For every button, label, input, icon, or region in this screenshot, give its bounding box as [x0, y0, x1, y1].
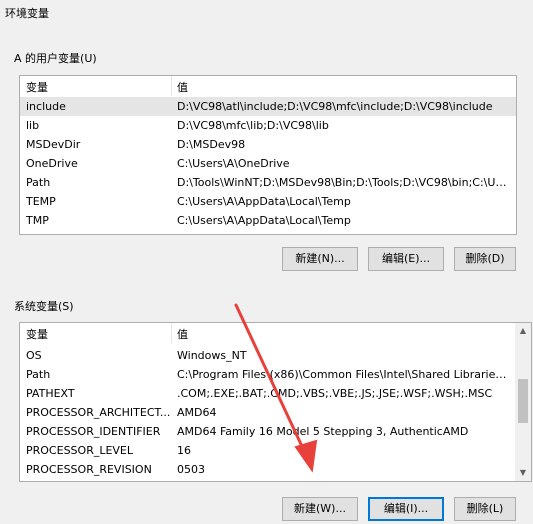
row-variable: OS — [26, 349, 42, 362]
row-value: C:\Users\A\AppData\Local\Temp — [177, 195, 351, 208]
row-value: D:\VC98\atl\include;D:\VC98\mfc\include;… — [177, 100, 493, 113]
user-col-variable[interactable]: 变量 — [26, 79, 48, 95]
user-variables-label: A 的用户变量(U) — [14, 52, 97, 65]
system-variables-list[interactable]: 变量 值 OS Windows_NT Path C:\Program Files… — [19, 322, 532, 482]
system-list-scrollbar[interactable]: ▲ ▼ — [515, 323, 531, 481]
row-value: C:\Users\A\AppData\Local\Temp — [177, 214, 351, 227]
row-value: AMD64 Family 16 Model 5 Stepping 3, Auth… — [177, 425, 469, 438]
row-value: Windows_NT — [177, 349, 247, 362]
row-variable: Path — [26, 176, 51, 189]
user-row-temp[interactable]: TEMP C:\Users\A\AppData\Local\Temp — [20, 192, 516, 211]
row-variable: TEMP — [26, 195, 56, 208]
user-col-value[interactable]: 值 — [177, 79, 188, 95]
user-row-msdevdir[interactable]: MSDevDir D:\MSDev98 — [20, 135, 516, 154]
row-variable: OneDrive — [26, 157, 78, 170]
row-value: 0503 — [177, 463, 205, 476]
row-variable: PROCESSOR_ARCHITECT... — [26, 406, 171, 419]
row-variable: lib — [26, 119, 40, 132]
row-value: D:\VC98\mfc\lib;D:\VC98\lib — [177, 119, 329, 132]
row-variable: PROCESSOR_REVISION — [26, 463, 152, 476]
user-row-onedrive[interactable]: OneDrive C:\Users\A\OneDrive — [20, 154, 516, 173]
user-row-tmp[interactable]: TMP C:\Users\A\AppData\Local\Temp — [20, 211, 516, 230]
system-row-processor-revision[interactable]: PROCESSOR_REVISION 0503 — [20, 460, 515, 479]
system-edit-button[interactable]: 编辑(I)... — [368, 497, 444, 521]
system-row-processor-architecture[interactable]: PROCESSOR_ARCHITECT... AMD64 — [20, 403, 515, 422]
row-variable: MSDevDir — [26, 138, 81, 151]
system-col-value[interactable]: 值 — [177, 326, 188, 342]
user-row-include[interactable]: include D:\VC98\atl\include;D:\VC98\mfc\… — [20, 97, 516, 116]
system-row-processor-identifier[interactable]: PROCESSOR_IDENTIFIER AMD64 Family 16 Mod… — [20, 422, 515, 441]
scroll-up-icon[interactable]: ▲ — [515, 323, 531, 339]
system-row-pathext[interactable]: PATHEXT .COM;.EXE;.BAT;.CMD;.VBS;.VBE;.J… — [20, 384, 515, 403]
user-row-lib[interactable]: lib D:\VC98\mfc\lib;D:\VC98\lib — [20, 116, 516, 135]
row-variable: PROCESSOR_IDENTIFIER — [26, 425, 161, 438]
system-list-header: 变量 值 — [20, 323, 515, 343]
system-delete-button[interactable]: 删除(L) — [454, 497, 516, 521]
row-value: AMD64 — [177, 406, 217, 419]
system-row-os[interactable]: OS Windows_NT — [20, 346, 515, 365]
row-value: 16 — [177, 444, 191, 457]
user-new-button[interactable]: 新建(N)... — [282, 247, 358, 271]
user-delete-button[interactable]: 删除(D) — [454, 247, 516, 271]
row-value: C:\Users\A\OneDrive — [177, 157, 290, 170]
row-variable: PATHEXT — [26, 387, 75, 400]
window-title: 环境变量 — [5, 7, 49, 20]
column-separator[interactable] — [171, 323, 172, 343]
user-row-path[interactable]: Path D:\Tools\WinNT;D:\MSDev98\Bin;D:\To… — [20, 173, 516, 192]
row-value: D:\Tools\WinNT;D:\MSDev98\Bin;D:\Tools;D… — [177, 176, 512, 189]
row-value: .COM;.EXE;.BAT;.CMD;.VBS;.VBE;.JS;.JSE;.… — [177, 387, 493, 400]
user-edit-button[interactable]: 编辑(E)... — [368, 247, 444, 271]
row-value: C:\Program Files (x86)\Common Files\Inte… — [177, 368, 510, 381]
system-new-button[interactable]: 新建(W)... — [282, 497, 358, 521]
system-row-processor-level[interactable]: PROCESSOR_LEVEL 16 — [20, 441, 515, 460]
system-row-path[interactable]: Path C:\Program Files (x86)\Common Files… — [20, 365, 515, 384]
user-variables-list[interactable]: 变量 值 include D:\VC98\atl\include;D:\VC98… — [19, 75, 517, 235]
system-col-variable[interactable]: 变量 — [26, 326, 48, 342]
scrollbar-thumb[interactable] — [518, 379, 528, 423]
scroll-down-icon[interactable]: ▼ — [515, 465, 531, 481]
row-variable: PROCESSOR_LEVEL — [26, 444, 134, 457]
column-separator[interactable] — [171, 76, 172, 96]
row-variable: include — [26, 100, 66, 113]
user-list-header: 变量 值 — [20, 76, 516, 96]
row-value: D:\MSDev98 — [177, 138, 246, 151]
system-variables-label: 系统变量(S) — [14, 300, 74, 313]
row-variable: Path — [26, 368, 51, 381]
row-variable: TMP — [26, 214, 49, 227]
